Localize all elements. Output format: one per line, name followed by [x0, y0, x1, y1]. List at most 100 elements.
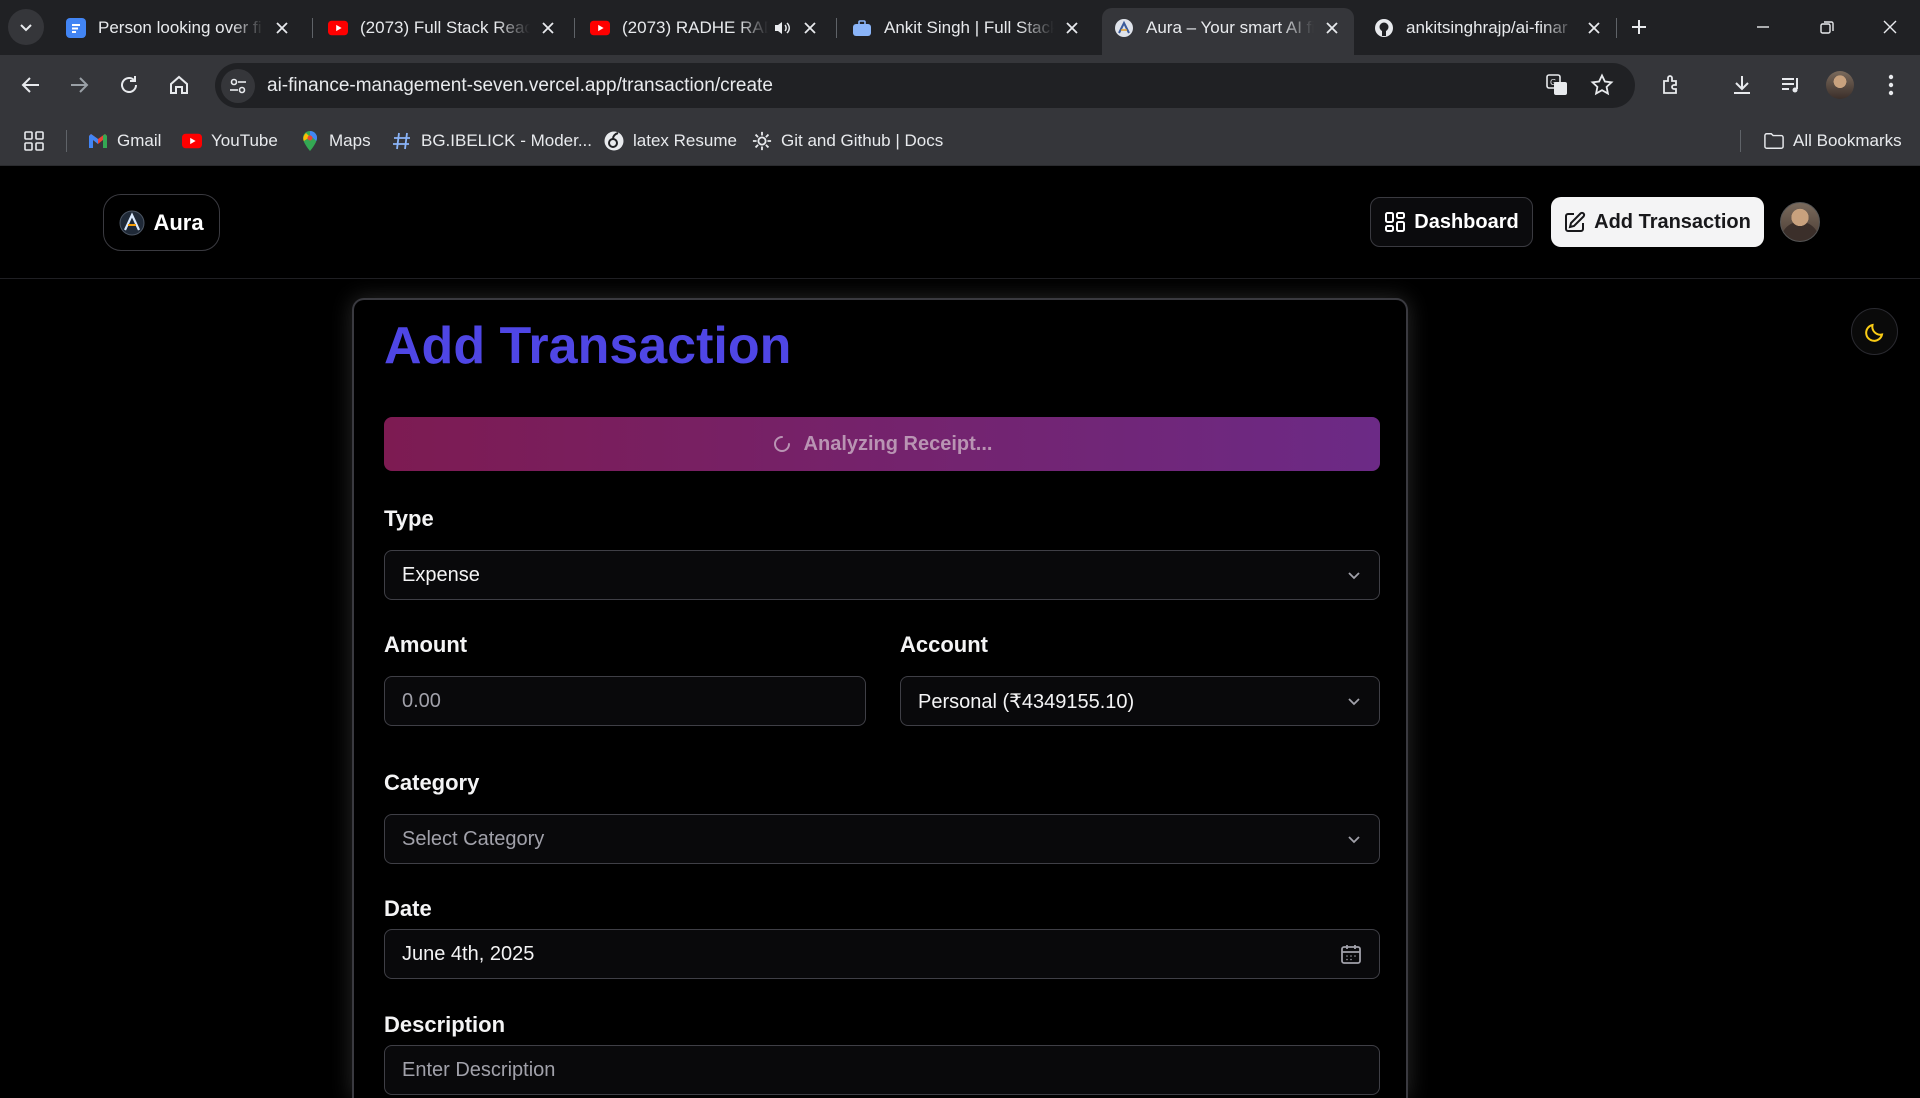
bookmark-label: YouTube	[211, 131, 278, 150]
calendar-icon	[1341, 945, 1361, 964]
bookmark-bg-ibelick[interactable]: BG.IBELICK - Moder...	[392, 128, 592, 154]
aura-icon	[1114, 18, 1134, 38]
profile-avatar[interactable]	[1823, 68, 1857, 102]
apps-button[interactable]	[24, 128, 53, 154]
reload-button[interactable]	[110, 66, 148, 104]
arrow-left-icon	[21, 77, 39, 93]
tab-title: Aura – Your smart AI fi	[1146, 18, 1314, 37]
bookmarks-bar: Gmail YouTube Maps BG.IBELICK - Moder...…	[0, 116, 1920, 166]
bookmark-gmail[interactable]: Gmail	[88, 128, 161, 154]
github-icon	[1374, 18, 1394, 38]
amount-field[interactable]	[402, 689, 848, 713]
folder-icon	[1764, 131, 1784, 151]
url-domain: ai-finance-management-seven.vercel.app	[267, 74, 617, 96]
tab-search-button[interactable]	[8, 9, 44, 45]
restore-button[interactable]	[1808, 8, 1846, 46]
date-label: Date	[384, 896, 432, 921]
account-select[interactable]: Personal (₹4349155.10)	[900, 676, 1380, 726]
all-bookmarks-label: All Bookmarks	[1793, 131, 1902, 150]
site-info-icon[interactable]	[221, 68, 255, 103]
briefcase-icon	[852, 18, 872, 38]
reload-icon	[121, 76, 137, 93]
tab-full-stack-react[interactable]: (2073) Full Stack React	[316, 8, 570, 48]
bookmark-label: Maps	[329, 131, 371, 150]
close-icon[interactable]	[800, 18, 820, 38]
bookmark-label: latex Resume	[633, 131, 737, 150]
back-button[interactable]	[12, 66, 50, 104]
bookmark-star-icon[interactable]	[1585, 68, 1619, 102]
close-icon[interactable]	[538, 18, 558, 38]
home-button[interactable]	[160, 66, 198, 104]
forward-button[interactable]	[60, 66, 98, 104]
tab-title: (2073) RADHE RAD	[622, 18, 768, 37]
minimize-icon	[1757, 26, 1769, 28]
add-transaction-button[interactable]: Add Transaction	[1551, 197, 1764, 247]
overleaf-icon	[604, 131, 624, 151]
youtube-icon	[590, 18, 610, 38]
extensions-icon[interactable]	[1655, 68, 1689, 102]
amount-input[interactable]	[384, 676, 866, 726]
svg-text:G: G	[1550, 78, 1556, 87]
bookmark-maps[interactable]: Maps	[300, 128, 371, 154]
close-icon[interactable]	[1584, 18, 1604, 38]
category-select[interactable]: Select Category	[384, 814, 1380, 864]
all-bookmarks-button[interactable]: All Bookmarks	[1764, 128, 1902, 154]
bookmark-latex-resume[interactable]: latex Resume	[604, 128, 737, 154]
tab-aura-active[interactable]: Aura – Your smart AI fi	[1102, 8, 1354, 55]
page-content: Aura Dashboard Add Transaction Add Trans…	[0, 166, 1920, 1098]
address-bar[interactable]: ai-finance-management-seven.vercel.app/t…	[215, 63, 1635, 108]
type-value: Expense	[402, 563, 480, 586]
type-select[interactable]: Expense	[384, 550, 1380, 600]
gmail-icon	[88, 131, 108, 151]
description-field[interactable]	[402, 1058, 1362, 1082]
user-avatar[interactable]	[1780, 202, 1820, 242]
maps-icon	[300, 131, 320, 151]
window-close-button[interactable]	[1871, 8, 1909, 46]
date-picker[interactable]: June 4th, 2025	[384, 929, 1380, 979]
close-icon	[1883, 20, 1897, 34]
dashboard-button[interactable]: Dashboard	[1370, 197, 1533, 247]
tab-radhe-rad[interactable]: (2073) RADHE RAD	[578, 8, 832, 48]
media-control-icon[interactable]	[1774, 68, 1808, 102]
description-input[interactable]	[384, 1045, 1380, 1095]
aura-logo-icon	[119, 210, 145, 235]
speaker-icon[interactable]	[772, 18, 792, 38]
close-icon[interactable]	[1322, 18, 1342, 38]
tab-bar: Person looking over fi (2073) Full Stack…	[0, 0, 1920, 55]
tab-title: Ankit Singh | Full Stack	[884, 18, 1054, 37]
apps-grid-icon	[24, 131, 44, 151]
tab-title: Person looking over fi	[98, 18, 262, 37]
aura-logo[interactable]: Aura	[103, 194, 220, 251]
close-icon[interactable]	[272, 18, 292, 38]
chevron-down-icon	[1348, 572, 1360, 580]
tab-github-repo[interactable]: ankitsinghrajp/ai-finar	[1362, 8, 1616, 48]
app-header: Aura Dashboard Add Transaction	[0, 166, 1920, 279]
bookmark-youtube[interactable]: YouTube	[182, 128, 278, 154]
add-transaction-card: Add Transaction Analyzing Receipt... Typ…	[352, 298, 1408, 1098]
bookmark-label: BG.IBELICK - Moder...	[421, 131, 593, 150]
hash-icon	[392, 131, 412, 151]
scan-status-text: Analyzing Receipt...	[803, 432, 993, 455]
new-tab-button[interactable]	[1620, 8, 1658, 46]
download-icon[interactable]	[1725, 68, 1759, 102]
close-icon[interactable]	[1062, 18, 1082, 38]
browser-toolbar: ai-finance-management-seven.vercel.app/t…	[0, 55, 1920, 116]
minimize-button[interactable]	[1744, 8, 1782, 46]
scan-receipt-button[interactable]: Analyzing Receipt...	[384, 417, 1380, 471]
arrow-right-icon	[71, 77, 89, 93]
account-label: Account	[900, 632, 988, 657]
moon-icon	[1864, 323, 1883, 342]
amount-label: Amount	[384, 632, 468, 657]
chevron-down-icon	[1348, 836, 1360, 844]
bookmark-git-github[interactable]: Git and Github | Docs	[752, 128, 943, 154]
theme-toggle-button[interactable]	[1851, 308, 1898, 355]
menu-kebab-icon[interactable]	[1874, 68, 1908, 102]
category-label: Category	[384, 770, 480, 795]
youtube-icon	[328, 18, 348, 38]
account-value: Personal (₹4349155.10)	[918, 690, 1135, 713]
translate-icon[interactable]: G	[1540, 68, 1574, 102]
add-transaction-label: Add Transaction	[1594, 210, 1751, 233]
tab-person-looking[interactable]: Person looking over fi	[54, 8, 304, 48]
logo-text: Aura	[153, 209, 204, 235]
tab-ankit-singh[interactable]: Ankit Singh | Full Stack	[840, 8, 1094, 48]
